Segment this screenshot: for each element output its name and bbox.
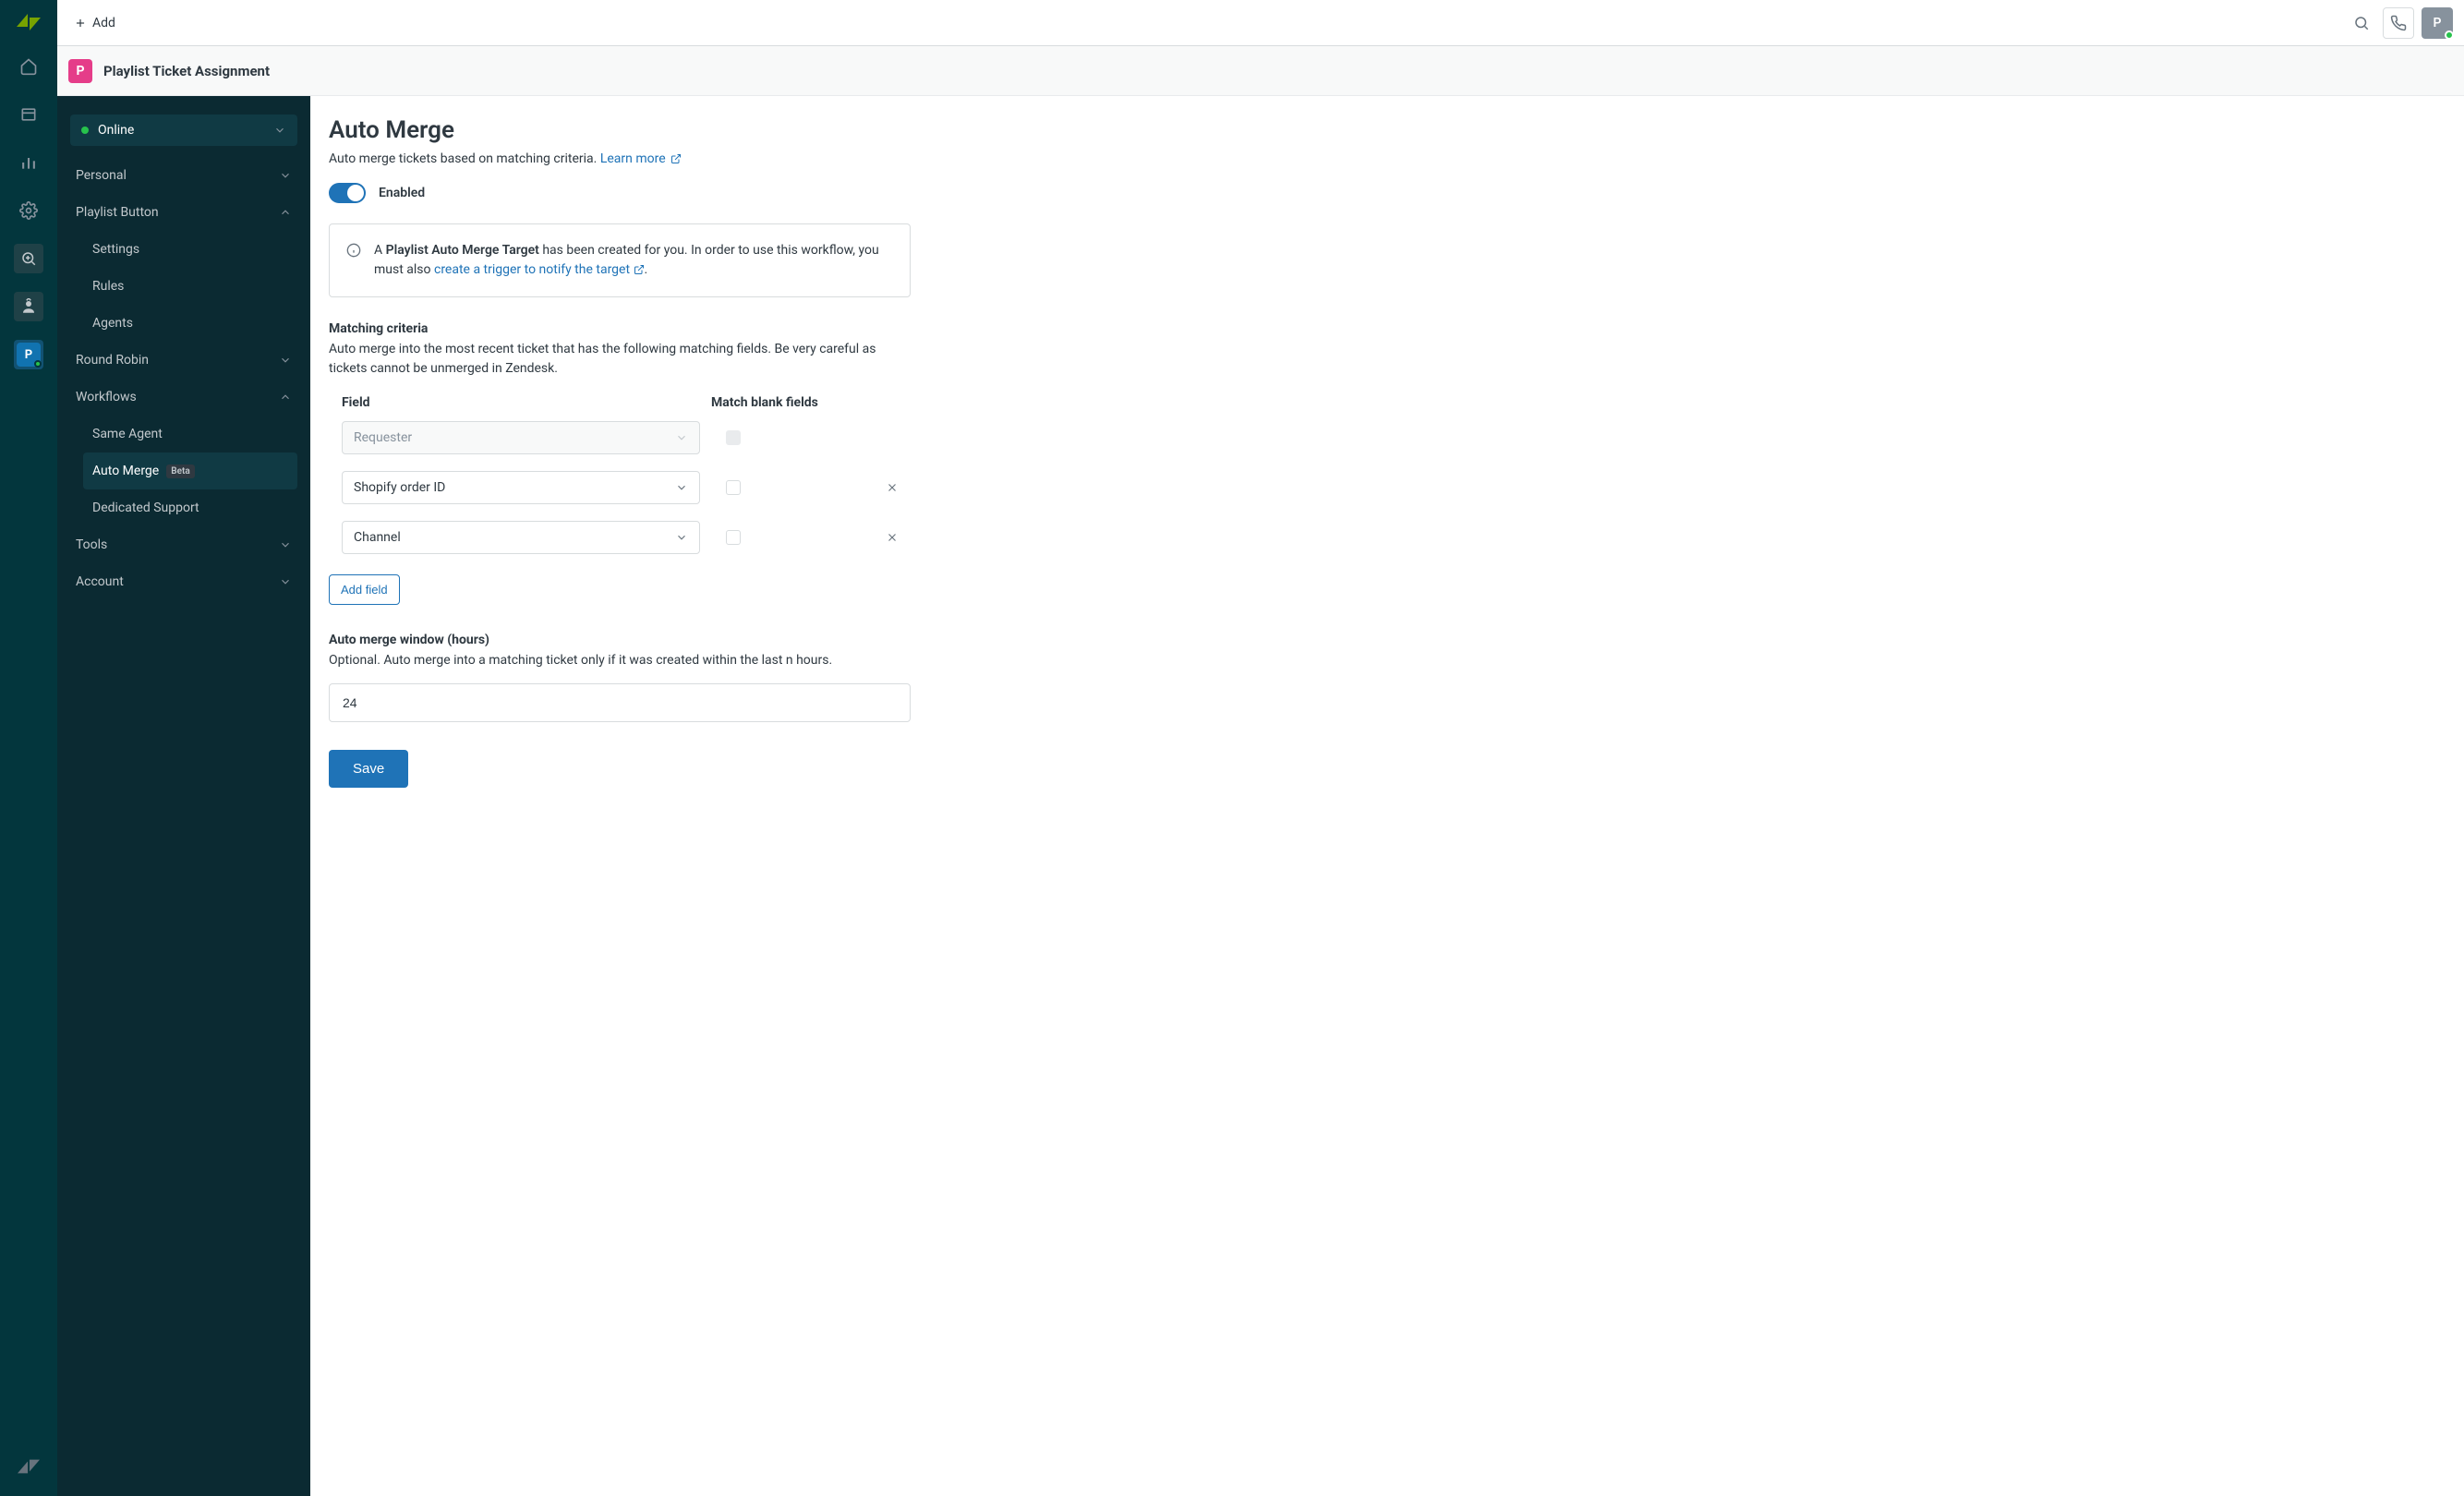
sidebar-section-account[interactable]: Account — [70, 563, 297, 600]
field-select-channel[interactable]: Channel — [342, 521, 700, 554]
match-blank-checkbox[interactable] — [726, 530, 741, 545]
content-subtitle: Auto merge tickets based on matching cri… — [329, 151, 911, 166]
page-title: Playlist Ticket Assignment — [103, 63, 270, 79]
avatar-status-dot-icon — [2445, 30, 2454, 40]
online-dot-icon — [81, 127, 89, 134]
sidebar-section-workflows[interactable]: Workflows — [70, 379, 297, 416]
add-label: Add — [92, 16, 115, 30]
field-select-requester: Requester — [342, 421, 700, 454]
sidebar-item-same-agent[interactable]: Same Agent — [83, 416, 297, 452]
body: Online Personal Playlist Button Settings… — [57, 96, 2464, 1496]
field-row: Requester — [329, 421, 911, 454]
content-title: Auto Merge — [329, 116, 911, 144]
table-header: Field Match blank fields — [329, 395, 911, 410]
chevron-down-icon — [273, 124, 286, 137]
user-avatar[interactable]: P — [2422, 7, 2453, 39]
sidebar-section-tools[interactable]: Tools — [70, 526, 297, 563]
views-icon[interactable] — [14, 100, 43, 129]
enabled-toggle[interactable] — [329, 183, 366, 203]
matching-criteria-desc: Auto merge into the most recent ticket t… — [329, 340, 911, 379]
home-icon[interactable] — [14, 52, 43, 81]
match-blank-checkbox — [726, 430, 741, 445]
admin-gear-icon[interactable] — [14, 196, 43, 225]
toggle-knob-icon — [347, 185, 364, 201]
global-nav-rail: P — [0, 0, 57, 1496]
enable-row: Enabled — [329, 183, 911, 203]
remove-field-button[interactable] — [883, 531, 901, 544]
match-blank-checkbox[interactable] — [726, 480, 741, 495]
beta-badge: Beta — [166, 464, 194, 478]
chevron-down-icon — [279, 538, 292, 551]
alert-text: A Playlist Auto Merge Target has been cr… — [374, 241, 893, 280]
field-row: Channel — [329, 521, 911, 554]
chevron-up-icon — [279, 206, 292, 219]
playlist-app-icon[interactable]: P — [14, 340, 43, 369]
field-select-shopify[interactable]: Shopify order ID — [342, 471, 700, 504]
window-desc: Optional. Auto merge into a matching tic… — [329, 651, 911, 670]
avatar-letter: P — [2434, 16, 2442, 30]
phone-icon[interactable] — [2383, 7, 2414, 39]
search-icon[interactable] — [2346, 7, 2377, 39]
chevron-up-icon — [279, 391, 292, 404]
main-column: Add P P Playlist Ticket Assignment Onlin… — [57, 0, 2464, 1496]
reporting-icon[interactable] — [14, 148, 43, 177]
info-icon — [346, 243, 361, 280]
column-blank-header: Match blank fields — [711, 395, 818, 410]
person-upload-icon[interactable] — [14, 292, 43, 321]
chevron-down-icon — [279, 575, 292, 588]
add-button[interactable]: Add — [68, 12, 121, 34]
status-dropdown[interactable]: Online — [70, 115, 297, 146]
chevron-down-icon — [279, 354, 292, 367]
sidebar-section-playlist-button[interactable]: Playlist Button — [70, 194, 297, 231]
page-header: P Playlist Ticket Assignment — [57, 46, 2464, 96]
learn-more-link[interactable]: Learn more — [600, 151, 682, 166]
sidebar-section-round-robin[interactable]: Round Robin — [70, 342, 297, 379]
window-hours-input[interactable] — [329, 683, 911, 722]
info-alert: A Playlist Auto Merge Target has been cr… — [329, 223, 911, 297]
search-zoom-icon[interactable] — [14, 244, 43, 273]
fields-table: Field Match blank fields Requester — [329, 395, 911, 554]
sidebar-section-personal[interactable]: Personal — [70, 157, 297, 194]
sidebar-item-settings[interactable]: Settings — [83, 231, 297, 268]
app-badge-icon: P — [68, 59, 92, 83]
enabled-label: Enabled — [379, 186, 425, 200]
sidebar-item-agents[interactable]: Agents — [83, 305, 297, 342]
chevron-down-icon — [279, 169, 292, 182]
content-area: Auto Merge Auto merge tickets based on m… — [310, 96, 2464, 1496]
zendesk-mark-icon[interactable] — [14, 1452, 43, 1481]
window-title: Auto merge window (hours) — [329, 633, 911, 647]
sidebar-item-rules[interactable]: Rules — [83, 268, 297, 305]
matching-criteria-title: Matching criteria — [329, 321, 911, 336]
add-field-button[interactable]: Add field — [329, 574, 400, 605]
field-row: Shopify order ID — [329, 471, 911, 504]
create-trigger-link[interactable]: create a trigger to notify the target — [434, 262, 645, 277]
sidebar-item-auto-merge[interactable]: Auto Merge Beta — [83, 452, 297, 489]
app-sidebar: Online Personal Playlist Button Settings… — [57, 96, 310, 1496]
sidebar-item-dedicated-support[interactable]: Dedicated Support — [83, 489, 297, 526]
status-dot-icon — [34, 360, 42, 368]
column-field-header: Field — [342, 395, 711, 410]
status-label: Online — [98, 123, 134, 138]
zendesk-logo-icon[interactable] — [16, 9, 42, 35]
save-button[interactable]: Save — [329, 750, 408, 788]
remove-field-button[interactable] — [883, 481, 901, 494]
topbar: Add P — [57, 0, 2464, 46]
